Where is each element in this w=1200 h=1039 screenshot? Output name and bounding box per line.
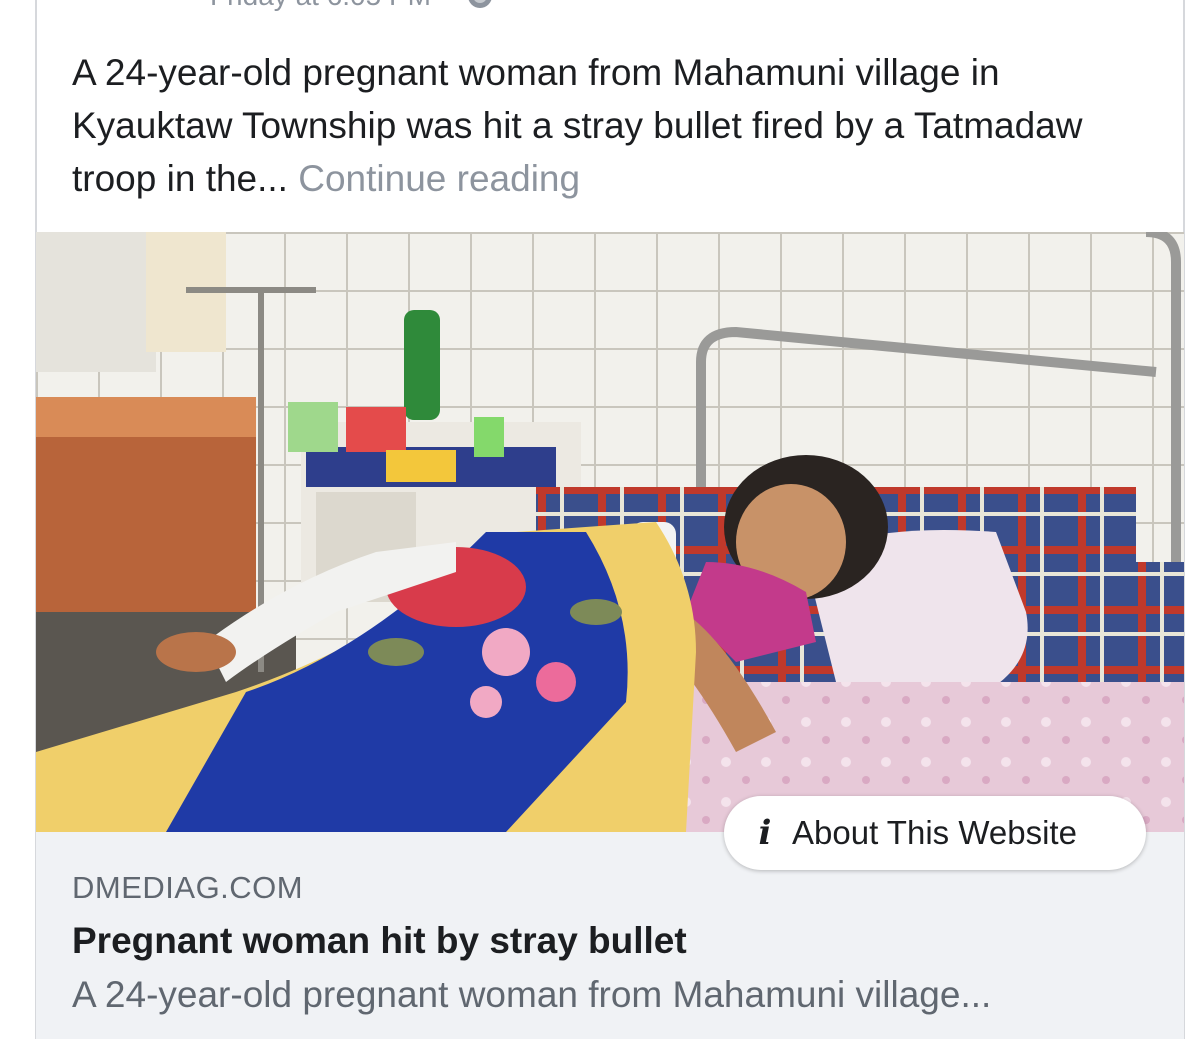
post-meta: Friday at 6:05 PM · xyxy=(210,0,493,14)
about-this-website-button[interactable]: i About This Website xyxy=(724,796,1146,870)
link-domain[interactable]: DMEDIAG.COM xyxy=(72,870,303,906)
post-photo[interactable] xyxy=(36,232,1184,832)
info-icon: i xyxy=(758,813,772,853)
post-text: A 24-year-old pregnant woman from Mahamu… xyxy=(72,46,1152,205)
facebook-post-card: Friday at 6:05 PM · A 24-year-old pregna… xyxy=(0,0,1200,1039)
link-snippet[interactable]: A 24-year-old pregnant woman from Mahamu… xyxy=(72,974,991,1016)
hospital-bed-photo xyxy=(36,232,1184,832)
link-headline[interactable]: Pregnant woman hit by stray bullet xyxy=(72,920,687,962)
post-timestamp[interactable]: Friday at 6:05 PM xyxy=(210,0,431,12)
globe-icon[interactable] xyxy=(468,0,493,8)
about-button-label: About This Website xyxy=(792,814,1077,851)
continue-reading-link[interactable]: Continue reading xyxy=(298,158,580,199)
middle-dot: · xyxy=(445,0,454,12)
